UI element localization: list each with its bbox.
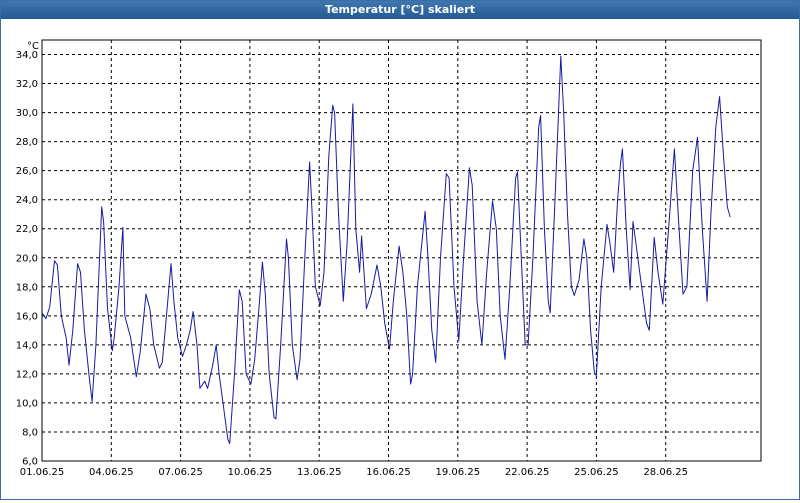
y-tick-label: 22,0 (16, 224, 38, 235)
y-tick-label: 12,0 (16, 369, 38, 380)
y-tick-label: 32,0 (16, 79, 38, 90)
y-tick-label: 16,0 (16, 311, 38, 322)
x-tick-label: 19.06.25 (436, 467, 481, 478)
x-tick-label: 25.06.25 (574, 467, 619, 478)
x-tick-label: 16.06.25 (366, 467, 411, 478)
y-tick-label: 20,0 (16, 253, 38, 264)
y-tick-label: 34,0 (16, 50, 38, 61)
window-title: Temperatur [°C] skaliert (1, 1, 799, 19)
x-tick-label: 04.06.25 (89, 467, 134, 478)
x-tick-label: 07.06.25 (158, 467, 203, 478)
series-layer (41, 55, 731, 445)
y-tick-label: 28,0 (16, 137, 38, 148)
x-tick-label: 22.06.25 (505, 467, 550, 478)
chart-window: Temperatur [°C] skaliert °C 6,0 8,0 10,0 12… (0, 0, 800, 500)
y-tick-label: 8,0 (22, 427, 38, 438)
y-tick-label: 26,0 (16, 166, 38, 177)
x-tick-label: 28.06.25 (643, 467, 688, 478)
y-tick-label: 30,0 (16, 108, 38, 119)
temperature-chart: °C 6,08,010,012,014,016,018,020,022,024,… (16, 39, 762, 478)
temperature-series-line (41, 55, 731, 445)
x-tick-label: 13.06.25 (297, 467, 342, 478)
x-tick-label: 01.06.25 (20, 467, 65, 478)
x-tick-labels: 01.06.25 04.06.25 07.06.25 10.06.25 13.06.25… (20, 467, 688, 478)
y-tick-label: 10,0 (16, 398, 38, 409)
x-tick-label: 10.06.25 (228, 467, 273, 478)
y-tick-label: 6,0 (22, 457, 38, 468)
y-tick-labels: 6,0 8,0 10,0 12,0 14,0 16,0 18,0 20,0 22,0 24,0 26… (16, 50, 38, 467)
y-tick-label: 24,0 (16, 195, 38, 206)
y-tick-label: 14,0 (16, 340, 38, 351)
y-tick-label: 18,0 (16, 282, 38, 293)
chart-area: °C 6,0 8,0 10,0 12,0 14,0 16,0 18,0 20,0 22,0 24,… (1, 19, 799, 499)
